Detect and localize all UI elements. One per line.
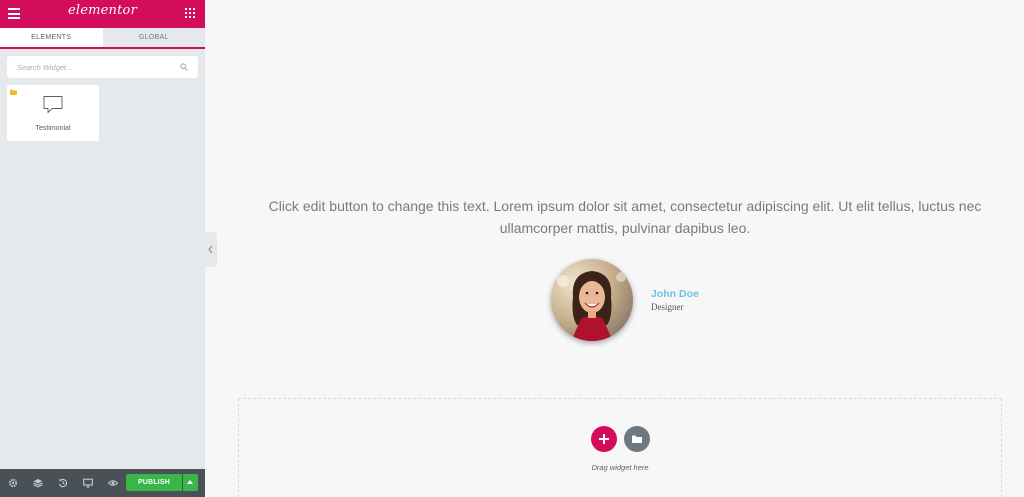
elementor-logo: elementor	[67, 3, 137, 18]
drop-zone-label: Drag widget here	[591, 463, 649, 472]
gear-icon[interactable]	[8, 478, 18, 488]
editor-panel: elementor ELEMENTS GLOBAL Testimonial	[0, 0, 205, 497]
avatar[interactable]	[551, 259, 633, 341]
layers-icon[interactable]	[33, 478, 43, 488]
tab-global[interactable]: GLOBAL	[102, 28, 205, 49]
add-section-button[interactable]	[591, 426, 617, 452]
folder-icon	[632, 435, 642, 443]
widgets-grid-icon[interactable]	[185, 8, 195, 18]
speech-bubble-icon	[43, 96, 63, 113]
publish-options-button[interactable]	[183, 474, 198, 491]
testimonial-job[interactable]: Designer	[651, 302, 684, 312]
search-icon[interactable]	[180, 63, 188, 71]
testimonial-widget[interactable]: Testimonial	[7, 85, 99, 141]
history-icon[interactable]	[58, 478, 68, 488]
panel-tabs: ELEMENTS GLOBAL	[0, 28, 205, 49]
desktop-icon[interactable]	[83, 478, 93, 488]
panel-footer: PUBLISH	[0, 469, 205, 497]
folder-icon	[10, 89, 17, 95]
panel-header: elementor	[0, 0, 205, 28]
testimonial-name[interactable]: John Doe	[651, 288, 699, 300]
testimonial-content[interactable]: Click edit button to change this text. L…	[245, 195, 1005, 239]
eye-icon[interactable]	[108, 478, 118, 488]
widget-label: Testimonial	[35, 125, 71, 132]
publish-button[interactable]: PUBLISH	[126, 474, 182, 491]
add-template-button[interactable]	[624, 426, 650, 452]
editor-canvas: Click edit button to change this text. L…	[205, 0, 1024, 497]
drop-zone[interactable]: Drag widget here	[238, 398, 1002, 497]
search-widget-input[interactable]	[7, 56, 167, 78]
search-box	[7, 56, 198, 78]
tab-elements[interactable]: ELEMENTS	[0, 28, 103, 49]
